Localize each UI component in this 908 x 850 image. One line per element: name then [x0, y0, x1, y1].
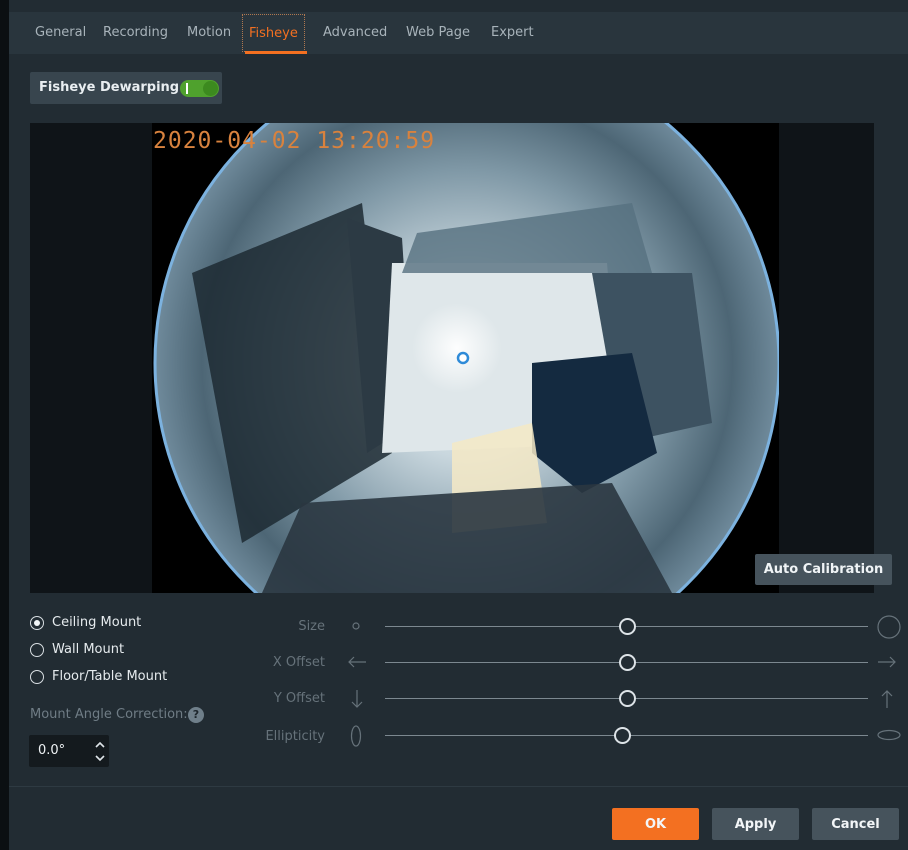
- small-circle-icon: [352, 622, 360, 630]
- ellipticity-slider-label: Ellipticity: [265, 729, 325, 744]
- active-tab-indicator: [245, 51, 307, 54]
- large-circle-icon: [877, 615, 901, 639]
- ellipticity-slider-handle[interactable]: [614, 727, 631, 744]
- toggle-knob: [203, 81, 218, 96]
- floor-table-mount-label: Floor/Table Mount: [52, 669, 168, 684]
- toggle-on-mark: [186, 83, 188, 94]
- mount-angle-correction-label: Mount Angle Correction:: [30, 707, 188, 722]
- size-slider-label: Size: [298, 619, 325, 634]
- arrow-down-icon: [351, 690, 363, 708]
- arrow-left-icon: [348, 656, 366, 668]
- tab-fisheye[interactable]: Fisheye: [242, 14, 305, 52]
- fisheye-video-preview[interactable]: [152, 123, 779, 593]
- wall-mount-label: Wall Mount: [52, 642, 125, 657]
- ok-button[interactable]: OK: [612, 808, 699, 840]
- y-offset-slider-label: Y Offset: [273, 691, 325, 706]
- wall-mount-radio[interactable]: [30, 643, 44, 657]
- chevron-up-icon[interactable]: [93, 738, 107, 752]
- video-preview-frame: [30, 123, 874, 593]
- tab-motion[interactable]: Motion: [187, 12, 231, 54]
- tab-advanced[interactable]: Advanced: [323, 12, 387, 54]
- y-offset-slider-handle[interactable]: [619, 690, 636, 707]
- horizontal-ellipse-icon: [877, 729, 901, 741]
- cancel-button[interactable]: Cancel: [812, 808, 899, 840]
- x-offset-slider-label: X Offset: [272, 655, 325, 670]
- mount-angle-value[interactable]: 0.0°: [38, 735, 65, 767]
- tab-bar: General Recording Motion Fisheye Advance…: [9, 12, 908, 54]
- mount-angle-stepper[interactable]: 0.0°: [29, 735, 109, 767]
- auto-calibration-button[interactable]: Auto Calibration: [755, 554, 892, 585]
- vertical-ellipse-icon: [350, 725, 362, 747]
- apply-button[interactable]: Apply: [712, 808, 799, 840]
- fisheye-dewarping-toggle-group: Fisheye Dewarping: [30, 72, 222, 104]
- chevron-down-icon[interactable]: [93, 751, 107, 765]
- footer-divider: [9, 786, 908, 787]
- fisheye-dewarping-switch[interactable]: [180, 80, 219, 97]
- tab-web-page[interactable]: Web Page: [406, 12, 470, 54]
- fisheye-dewarping-label: Fisheye Dewarping: [39, 80, 180, 95]
- help-icon[interactable]: ?: [188, 707, 204, 723]
- x-offset-slider-handle[interactable]: [619, 654, 636, 671]
- window-edge: [0, 0, 9, 850]
- ceiling-mount-label: Ceiling Mount: [52, 615, 142, 630]
- arrow-right-icon: [878, 656, 896, 668]
- size-slider-handle[interactable]: [619, 618, 636, 635]
- floor-table-mount-radio[interactable]: [30, 670, 44, 684]
- video-timestamp: 2020-04-02 13:20:59: [153, 128, 436, 154]
- ceiling-mount-radio[interactable]: [30, 616, 44, 630]
- tab-expert[interactable]: Expert: [491, 12, 534, 54]
- arrow-up-icon: [881, 690, 893, 708]
- tab-general[interactable]: General: [35, 12, 86, 54]
- tab-recording[interactable]: Recording: [103, 12, 168, 54]
